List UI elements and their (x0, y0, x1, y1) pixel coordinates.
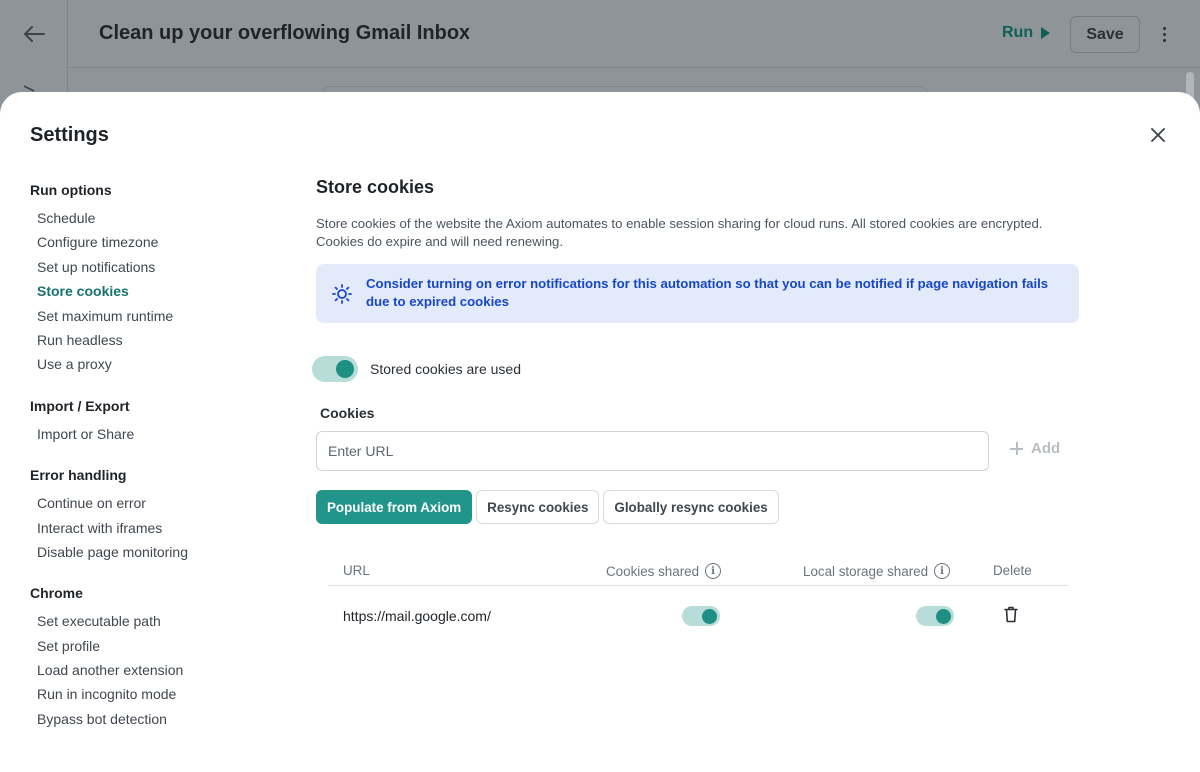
resync-cookies-button[interactable]: Resync cookies (476, 490, 600, 524)
settings-nav: Run options Schedule Configure timezone … (30, 178, 270, 748)
cookies-label: Cookies (320, 405, 375, 421)
toggle-knob (936, 608, 951, 624)
settings-modal: Settings Run options Schedule Configure … (0, 92, 1200, 772)
column-header-cookies-shared: Cookies shared i (606, 563, 722, 579)
info-banner-text: Consider turning on error notifications … (366, 276, 1049, 309)
nav-heading: Error handling (30, 467, 127, 484)
nav-group-chrome: Chrome Set executable path Set profile L… (30, 581, 270, 731)
sun-icon (332, 284, 352, 304)
close-icon (1151, 128, 1165, 142)
info-banner: Consider turning on error notifications … (316, 264, 1079, 323)
nav-heading: Run options (30, 182, 112, 198)
nav-item-continue-on-error[interactable]: Continue on error (30, 491, 270, 515)
toggle-knob (336, 360, 354, 378)
cookies-shared-toggle[interactable] (682, 606, 720, 626)
section-description: Store cookies of the website the Axiom a… (316, 216, 1043, 249)
app-topbar: Clean up your overflowing Gmail Inbox v2… (68, 0, 1200, 68)
cookies-table: URL Cookies shared i Local storage share… (328, 554, 1068, 646)
nav-item-run-in-incognito-mode[interactable]: Run in incognito mode (30, 682, 270, 706)
back-button[interactable] (18, 20, 50, 48)
save-button[interactable]: Save (1070, 16, 1140, 53)
column-header-url: URL (343, 563, 370, 578)
nav-item-store-cookies[interactable]: Store cookies (30, 279, 270, 303)
nav-item-set-up-notifications[interactable]: Set up notifications (30, 255, 270, 279)
trash-icon[interactable] (1004, 606, 1018, 623)
run-button[interactable]: Run (1002, 24, 1051, 42)
close-button[interactable] (1146, 123, 1170, 147)
cookie-actions: Populate from Axiom Resync cookies Globa… (316, 490, 779, 524)
nav-item-schedule[interactable]: Schedule (30, 206, 270, 230)
plus-icon (1010, 442, 1023, 455)
nav-item-disable-page-monitoring[interactable]: Disable page monitoring (30, 540, 270, 564)
automation-title: Clean up your overflowing Gmail Inbox v2 (99, 22, 469, 44)
stored-cookies-toggle[interactable] (312, 356, 358, 382)
nav-item-load-another-extension[interactable]: Load another extension (30, 658, 270, 682)
cookie-url: https://mail.google.com/ (343, 608, 491, 624)
nav-heading: Chrome (30, 585, 83, 602)
populate-from-axiom-button[interactable]: Populate from Axiom (316, 490, 473, 524)
globally-resync-cookies-button[interactable]: Globally resync cookies (603, 490, 779, 524)
add-button[interactable]: Add (1010, 440, 1060, 457)
nav-item-run-headless[interactable]: Run headless (30, 328, 270, 352)
local-storage-shared-toggle[interactable] (916, 606, 954, 626)
info-icon[interactable]: i (705, 563, 722, 579)
nav-item-set-executable-path[interactable]: Set executable path (30, 609, 270, 633)
toggle-knob (702, 608, 717, 624)
table-row: https://mail.google.com/ (328, 586, 1068, 646)
column-header-delete: Delete (993, 563, 1032, 578)
table-header: URL Cookies shared i Local storage share… (328, 554, 1068, 586)
column-header-local-storage-shared: Local storage shared i (803, 563, 951, 579)
play-icon (1041, 27, 1051, 39)
nav-item-use-a-proxy[interactable]: Use a proxy (30, 352, 270, 376)
nav-item-import-or-share[interactable]: Import or Share (30, 422, 270, 446)
nav-item-interact-with-iframes[interactable]: Interact with iframes (30, 516, 270, 540)
nav-item-bypass-bot-detection[interactable]: Bypass bot detection (30, 707, 270, 731)
arrow-left-icon (24, 26, 45, 42)
nav-item-set-profile[interactable]: Set profile (30, 634, 270, 658)
more-options-icon[interactable] (1154, 24, 1174, 44)
info-icon[interactable]: i (934, 563, 951, 579)
nav-heading: Import / Export (30, 397, 130, 414)
modal-title: Settings (30, 124, 109, 146)
nav-group-error-handling: Error handling Continue on error Interac… (30, 463, 270, 564)
section-title: Store cookies (316, 177, 435, 197)
add-button-label: Add (1031, 440, 1061, 457)
nav-item-set-maximum-runtime[interactable]: Set maximum runtime (30, 304, 270, 328)
stored-cookies-toggle-label: Stored cookies are used (370, 361, 521, 377)
nav-group-run-options: Run options Schedule Configure timezone … (30, 178, 270, 377)
run-label: Run (1002, 24, 1034, 41)
nav-item-configure-timezone[interactable]: Configure timezone (30, 230, 270, 254)
url-input[interactable] (316, 431, 989, 471)
nav-group-import-export: Import / Export Import or Share (30, 394, 270, 446)
